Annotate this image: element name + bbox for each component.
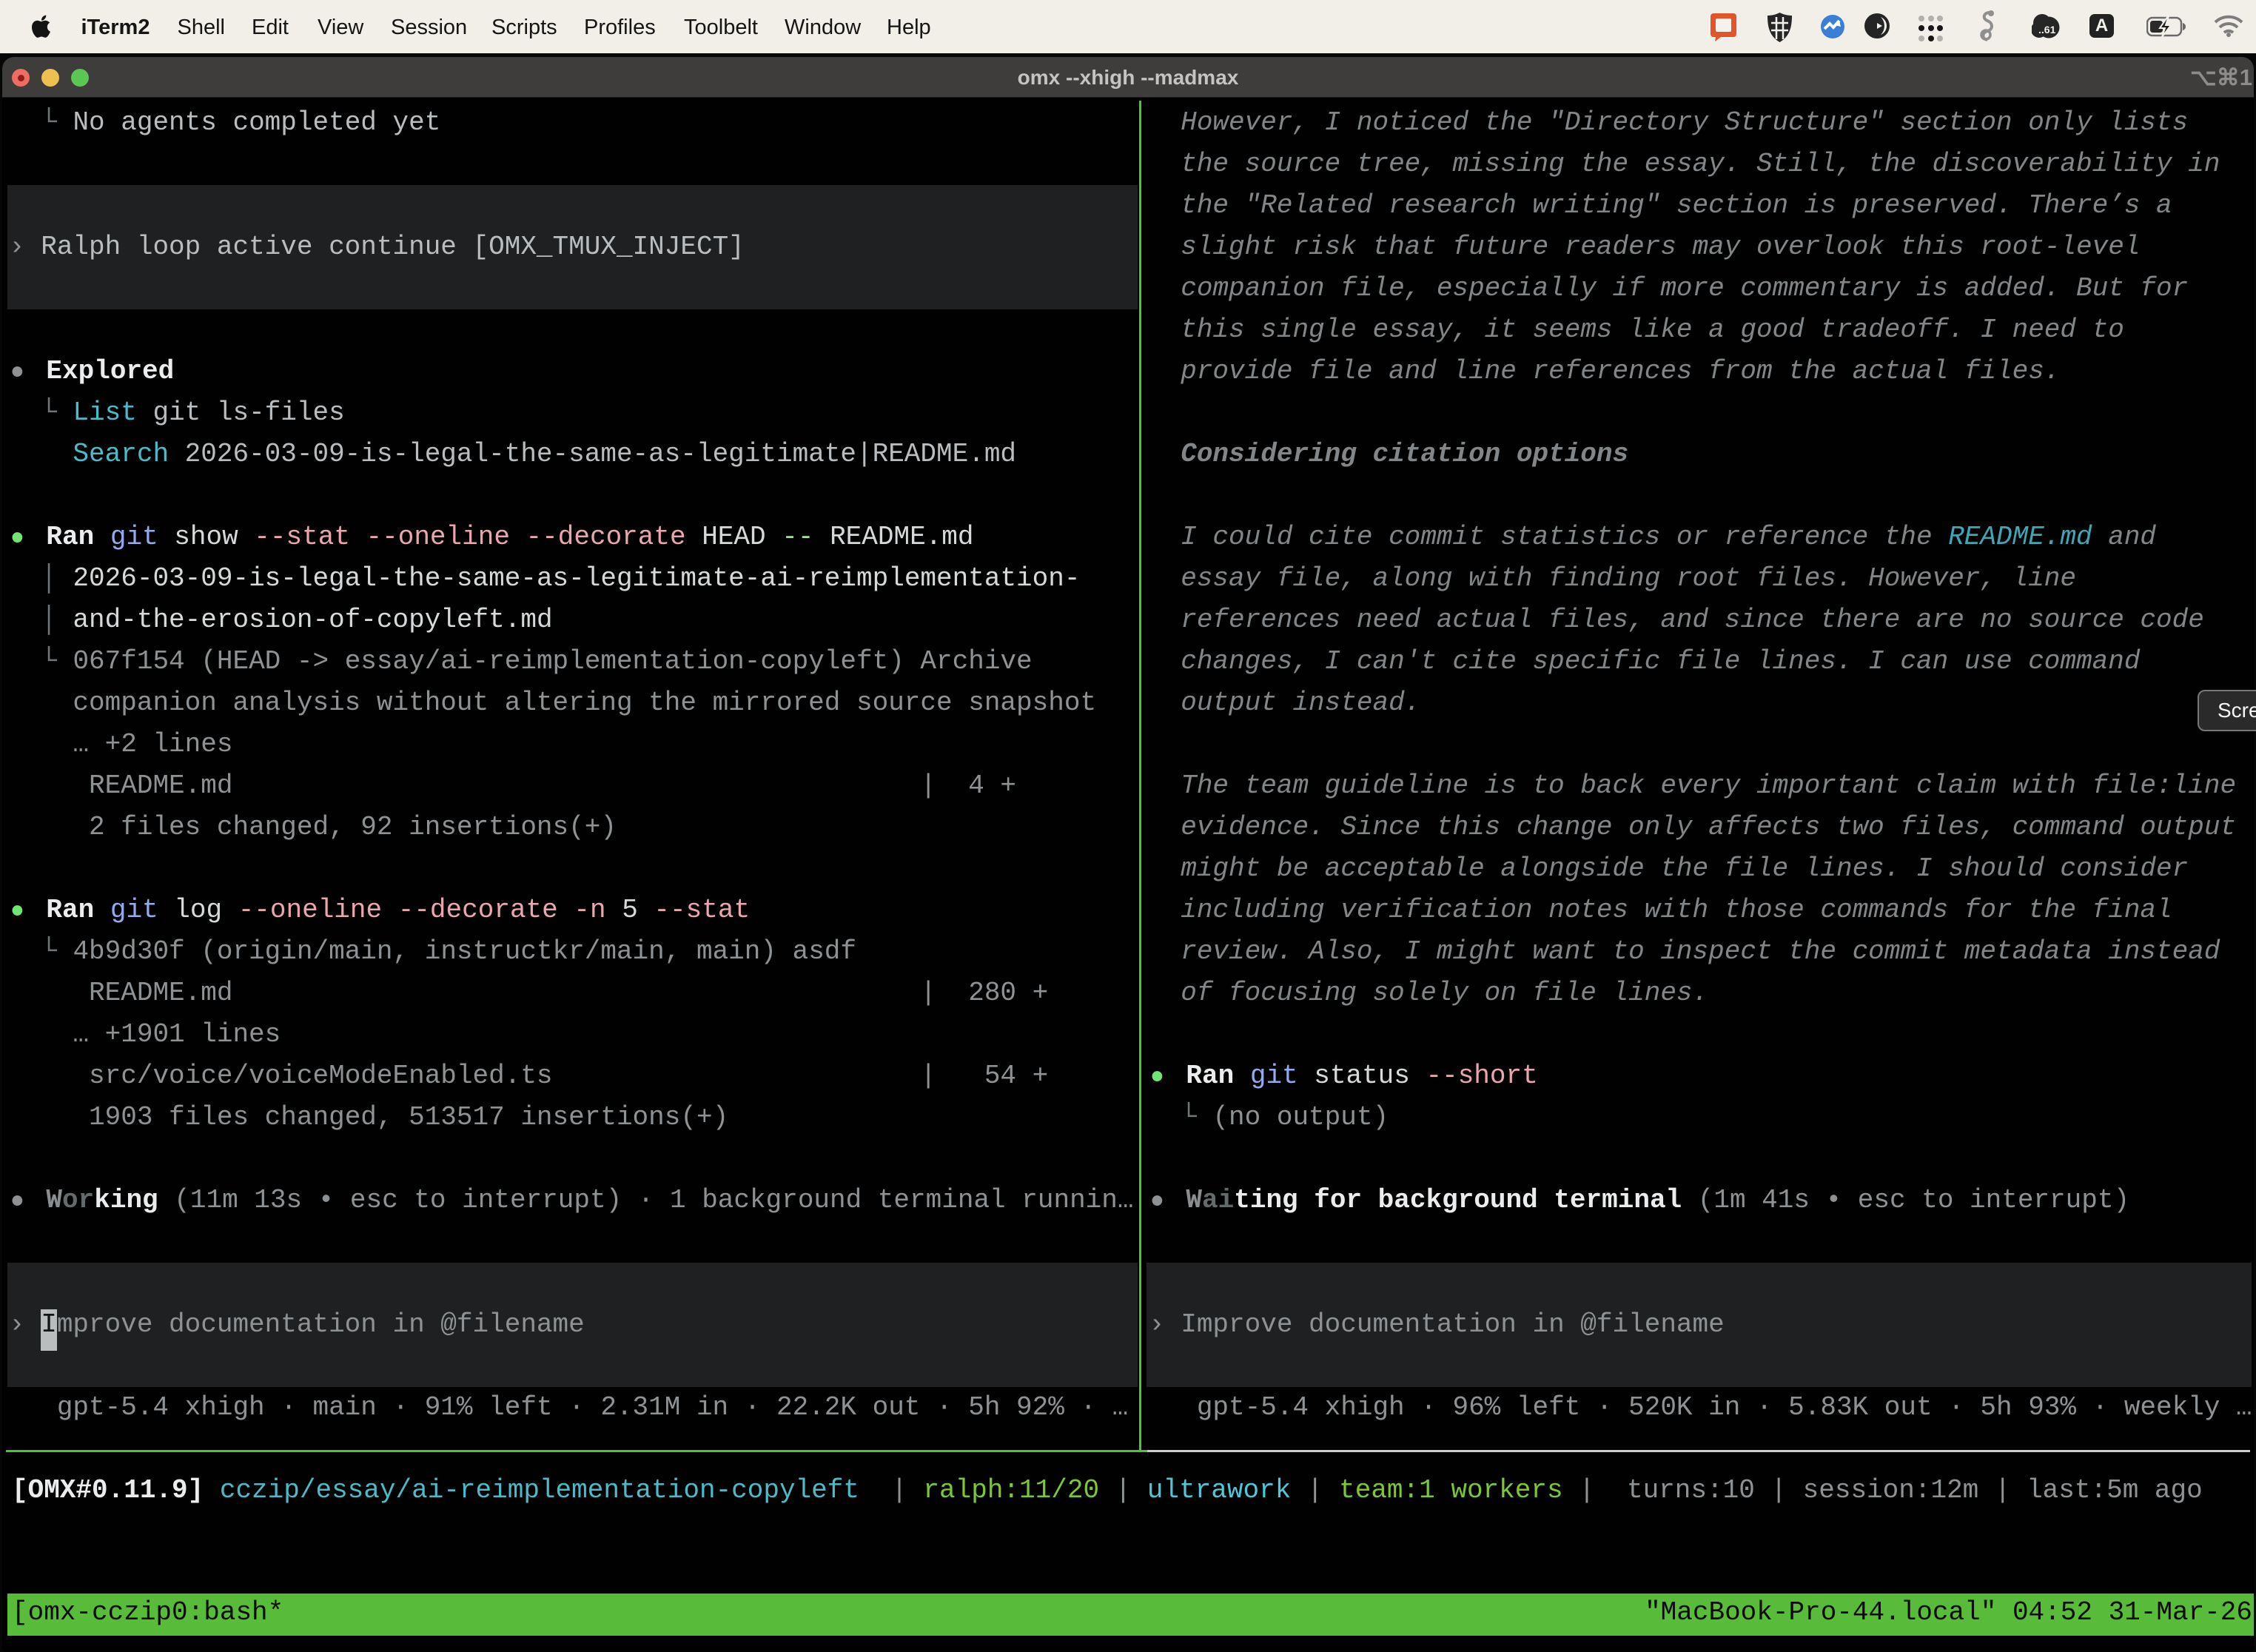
svg-text:..61: ..61 <box>2038 24 2056 36</box>
